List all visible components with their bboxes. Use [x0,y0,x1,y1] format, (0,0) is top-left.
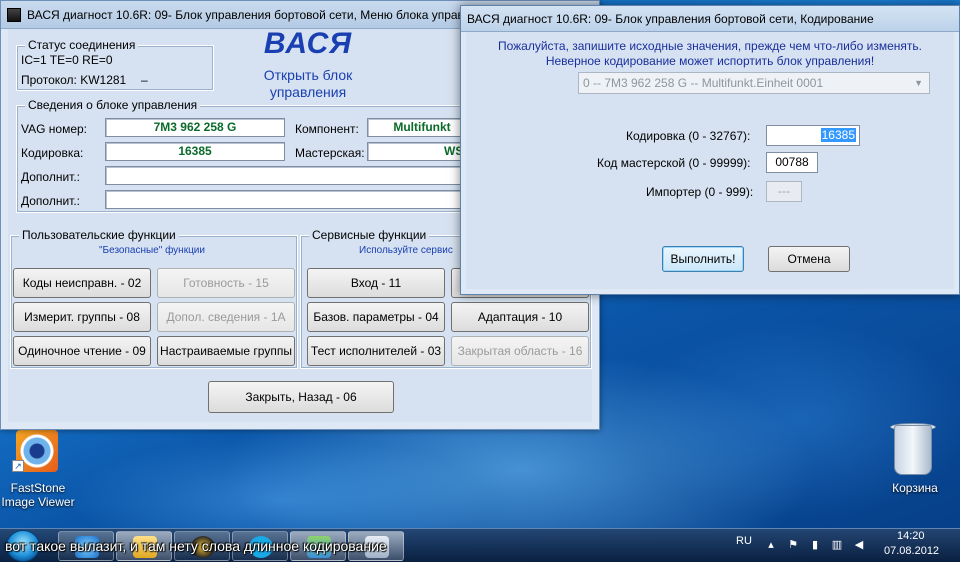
overlay-caption: вот такое вылазит, и там нету слова длин… [5,538,387,554]
extra1-label: Дополнит.: [21,170,81,184]
service-functions-hint: Используйте сервис [359,245,453,256]
extra-info-button[interactable]: Допол. сведения - 1A [157,302,295,332]
connection-status-title: Статус соединения [25,38,139,52]
module-select-value: 0 -- 7M3 962 258 G -- Multifunkt.Einheit… [583,76,824,90]
basic-settings-button[interactable]: Базов. параметры - 04 [307,302,445,332]
vag-number-label: VAG номер: [21,122,88,136]
volume-icon[interactable]: ◀ [852,538,866,552]
execute-button[interactable]: Выполнить! [662,246,744,272]
shortcut-arrow-icon: ↗ [12,460,24,472]
module-info-title: Сведения о блоке управления [25,98,201,112]
readiness-button[interactable]: Готовность - 15 [157,268,295,298]
cancel-button[interactable]: Отмена [768,246,850,272]
faststone-label[interactable]: FastStone Image Viewer [0,481,76,509]
recycle-bin-label[interactable]: Корзина [880,481,950,495]
user-functions-title: Пользовательские функции [19,228,179,242]
connection-status-group: Статус соединения IC=1 TE=0 RE=0 Протоко… [16,38,214,91]
coding-dialog: ВАСЯ диагност 10.6R: 09- Блок управления… [460,5,960,295]
service-functions-title: Сервисные функции [309,228,430,242]
custom-groups-button[interactable]: Настраиваемые группы [157,336,295,366]
component-label: Компонент: [295,122,359,136]
user-functions-hint: "Безопасные" функции [99,245,205,256]
vag-number-field: 7M3 962 258 G [105,118,285,137]
adaptation-button[interactable]: Адаптация - 10 [451,302,589,332]
output-test-button[interactable]: Тест исполнителей - 03 [307,336,445,366]
dialog-importer-label: Импортер (0 - 999): [646,185,754,199]
protocol-extra: – [141,73,148,87]
dialog-workshop-input[interactable]: 00788 [766,152,818,173]
dialog-title: ВАСЯ диагност 10.6R: 09- Блок управления… [467,11,874,26]
main-window-title: ВАСЯ диагност 10.6R: 09- Блок управления… [27,7,498,22]
protocol-text: Протокол: KW1281 [21,73,127,87]
measuring-groups-button[interactable]: Измерит. группы - 08 [13,302,151,332]
clock-time[interactable]: 14:20 [897,530,925,542]
dialog-workshop-label: Код мастерской (0 - 99999): [597,156,751,170]
module-select[interactable]: 0 -- 7M3 962 258 G -- Multifunkt.Einheit… [578,72,930,94]
single-read-button[interactable]: Одиночное чтение - 09 [13,336,151,366]
module-info-group: Сведения о блоке управления VAG номер: 7… [16,98,477,213]
dialog-importer-input: --- [766,181,802,202]
coding-field: 16385 [105,142,285,161]
brand-logo: ВАСЯ [263,27,353,60]
dialog-coding-value: 16385 [820,128,856,142]
show-hidden-icons-icon[interactable]: ▴ [764,538,778,552]
login-button[interactable]: Вход - 11 [307,268,445,298]
extra2-label: Дополнит.: [21,194,81,208]
user-functions-group: Пользовательские функции "Безопасные" фу… [10,228,298,369]
open-module-link[interactable]: Открыть блок управления [234,67,382,101]
fault-codes-button[interactable]: Коды неисправн. - 02 [13,268,151,298]
language-indicator[interactable]: RU [736,535,752,547]
recycle-bin-icon[interactable] [894,425,932,475]
extra1-field [105,166,477,185]
warning-line-1: Пожалуйста, запишите исходные значения, … [497,39,922,53]
connection-status-line: IC=1 TE=0 RE=0 [21,53,113,67]
app-icon [7,7,21,22]
battery-icon[interactable]: ▮ [808,538,822,552]
action-center-icon[interactable]: ⚑ [786,538,800,552]
chevron-down-icon: ▼ [914,78,923,88]
dialog-titlebar[interactable]: ВАСЯ диагност 10.6R: 09- Блок управления… [461,6,959,32]
dialog-coding-input[interactable]: 16385 [766,125,860,146]
dialog-client-area: Пожалуйста, запишите исходные значения, … [466,32,954,289]
extra2-field [105,190,477,209]
security-access-button[interactable]: Закрытая область - 16 [451,336,589,366]
clock-date[interactable]: 07.08.2012 [884,545,939,557]
network-icon[interactable]: ▥ [830,538,844,552]
close-back-button[interactable]: Закрыть, Назад - 06 [208,381,394,413]
workshop-label: Мастерская: [295,146,365,160]
dialog-coding-label: Кодировка (0 - 32767): [626,129,751,143]
coding-label: Кодировка: [21,146,84,160]
warning-line-2: Неверное кодирование может испортить бло… [545,54,875,68]
